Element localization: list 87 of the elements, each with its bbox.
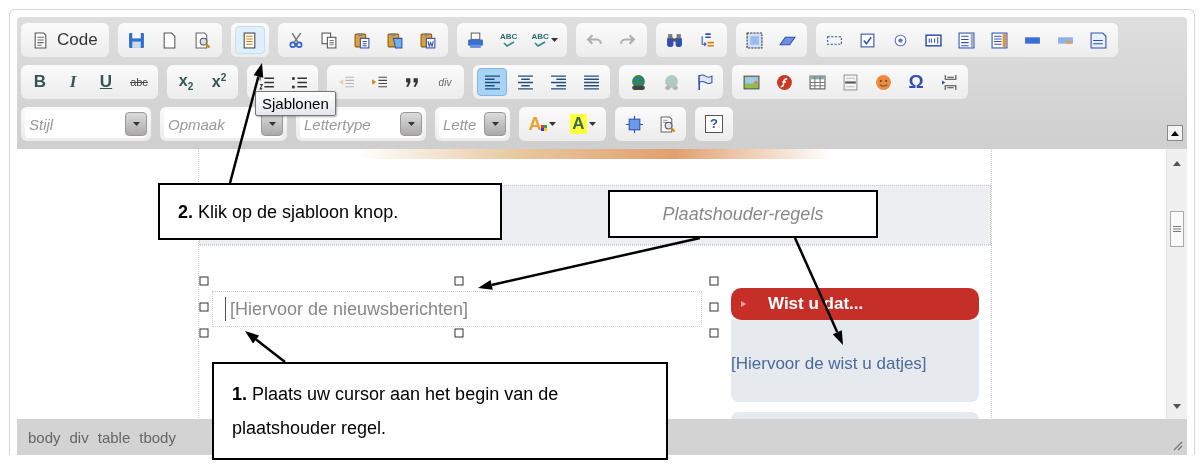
printer-icon xyxy=(467,31,485,49)
element-path-link[interactable]: body xyxy=(28,428,61,446)
resize-handle[interactable] xyxy=(454,276,464,286)
placeholder-text: [Hiervoor de nieuwsberichten] xyxy=(230,298,469,320)
maximize-icon xyxy=(625,115,643,133)
align-left-button[interactable] xyxy=(477,68,507,96)
italic-button[interactable]: I xyxy=(58,68,88,96)
tooltip: Sjablonen xyxy=(255,91,336,116)
page-magnifier-icon xyxy=(194,31,212,49)
caret-icon xyxy=(548,122,556,126)
callout-text: 2. Klik op de sjabloon knop. xyxy=(158,183,502,240)
resize-grip-icon[interactable] xyxy=(1171,439,1183,451)
grip-lines-icon xyxy=(1173,226,1181,232)
dropdown-arrow-button[interactable] xyxy=(125,112,147,136)
globe-link-icon xyxy=(662,73,680,91)
bold-button[interactable]: B xyxy=(25,68,55,96)
spellcheck-button[interactable]: ABC xyxy=(493,26,524,54)
arrow xyxy=(245,331,286,363)
binoculars-icon xyxy=(666,31,684,49)
hidden-field-icon xyxy=(1090,31,1108,49)
resize-handle[interactable] xyxy=(199,302,209,312)
page-magnifier-icon xyxy=(658,115,676,133)
element-path-link[interactable]: table xyxy=(97,428,131,446)
align-center-icon xyxy=(516,73,534,91)
checkmark-icon xyxy=(534,41,547,47)
element-path-link[interactable]: tbody xyxy=(139,428,176,446)
caret-icon xyxy=(550,38,558,42)
scroll-thumb[interactable] xyxy=(1170,211,1184,247)
clipboard-icon xyxy=(354,31,372,49)
ticked-square-icon xyxy=(859,31,877,49)
up-triangle-icon xyxy=(1171,130,1179,136)
superscript-button[interactable]: x$^{2}$ xyxy=(204,68,234,96)
dropdown-arrow-button[interactable] xyxy=(484,112,506,136)
strike-button[interactable]: abc xyxy=(124,68,154,96)
justify-icon xyxy=(582,73,600,91)
resize-handle[interactable] xyxy=(199,328,209,338)
dropdown[interactable]: Lettertype xyxy=(300,110,422,138)
dotted-square-icon xyxy=(746,31,764,49)
text-field-icon xyxy=(925,31,943,49)
globe-link-icon xyxy=(629,73,647,91)
caret-icon xyxy=(407,122,415,126)
resize-handle[interactable] xyxy=(709,328,719,338)
checkmark-icon xyxy=(502,41,515,47)
resize-handle[interactable] xyxy=(709,276,719,286)
flash-icon xyxy=(775,73,793,91)
text-cursor xyxy=(225,297,226,321)
bg-color-button[interactable]: A xyxy=(564,110,602,138)
subscript-button[interactable]: x$_{2}$ xyxy=(171,68,201,96)
callout-text: Plaatshouder-regels xyxy=(608,190,878,238)
placeholder-row[interactable]: [Hiervoor de nieuwsberichten] xyxy=(212,291,702,327)
templates-button[interactable] xyxy=(234,26,265,54)
resize-handle[interactable] xyxy=(199,276,209,286)
page-break-icon xyxy=(940,73,958,91)
underline-button[interactable]: U xyxy=(91,68,121,96)
document-icon xyxy=(32,31,49,49)
dropdown-arrow-button[interactable] xyxy=(400,112,422,136)
callout-text: 1. Plaats uw cursor aan het begin van de plaatshouder regel. xyxy=(212,362,668,460)
table-icon xyxy=(808,73,826,91)
dropdown[interactable]: Stijl xyxy=(25,110,147,138)
div-button[interactable]: div xyxy=(430,68,460,96)
caret-icon xyxy=(491,122,499,126)
scroll-up-icon[interactable] xyxy=(1173,161,1181,166)
element-path-link[interactable]: div xyxy=(69,428,89,446)
align-left-icon xyxy=(483,73,501,91)
replace-icon xyxy=(699,31,717,49)
flag-icon xyxy=(695,73,713,91)
resize-handle[interactable] xyxy=(709,302,719,312)
spellcheck-menu-button[interactable]: ABC xyxy=(526,26,563,54)
placeholder-text: [Hiervoor de wist u datjes] xyxy=(731,354,927,373)
picture-icon xyxy=(742,73,760,91)
clipboard-icon xyxy=(387,31,405,49)
align-right-icon xyxy=(549,73,567,91)
scroll-down-icon[interactable] xyxy=(1173,404,1181,409)
collapse-toolbar-button[interactable] xyxy=(1167,125,1183,141)
list-box-icon xyxy=(991,31,1009,49)
triangle-icon xyxy=(741,301,746,307)
smiley-icon xyxy=(874,73,892,91)
text-area-icon xyxy=(958,31,976,49)
resize-handle[interactable] xyxy=(454,328,464,338)
caret-icon xyxy=(268,122,276,126)
clipboard-icon xyxy=(420,31,438,49)
caret-icon xyxy=(588,122,596,126)
caret-icon xyxy=(132,122,140,126)
color-squares-icon xyxy=(540,125,547,131)
scrollbar[interactable] xyxy=(1166,149,1187,419)
special-char-button[interactable]: Ω xyxy=(901,68,931,96)
copy-icon xyxy=(321,31,339,49)
